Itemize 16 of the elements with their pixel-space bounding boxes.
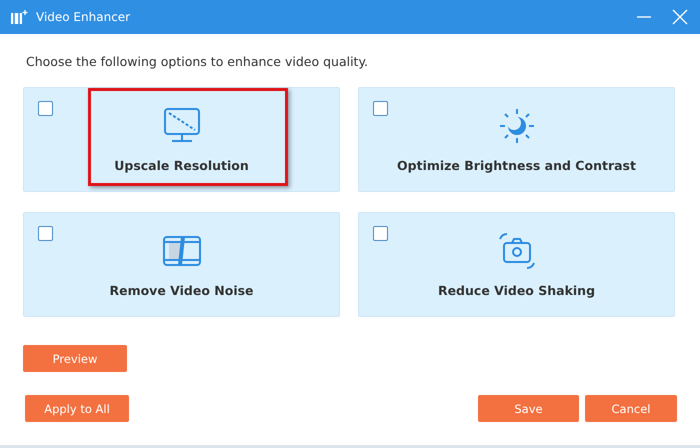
option-card[interactable]: Upscale Resolution [23, 87, 340, 192]
option-card[interactable]: Reduce Video Shaking [358, 212, 675, 317]
close-icon[interactable] [670, 7, 690, 27]
option-label: Reduce Video Shaking [438, 283, 596, 298]
checkbox[interactable] [38, 226, 53, 241]
checkbox[interactable] [38, 101, 53, 116]
option-label: Optimize Brightness and Contrast [397, 158, 636, 173]
option-label: Upscale Resolution [114, 158, 249, 173]
option-card[interactable]: Optimize Brightness and Contrast [358, 87, 675, 192]
instruction-text: Choose the following options to enhance video quality. [26, 54, 370, 69]
checkbox[interactable] [373, 101, 388, 116]
option-card[interactable]: Remove Video Noise [23, 212, 340, 317]
film-icon [10, 9, 28, 25]
option-label: Remove Video Noise [109, 283, 254, 298]
window-title: Video Enhancer [36, 10, 132, 24]
checkbox[interactable] [373, 226, 388, 241]
